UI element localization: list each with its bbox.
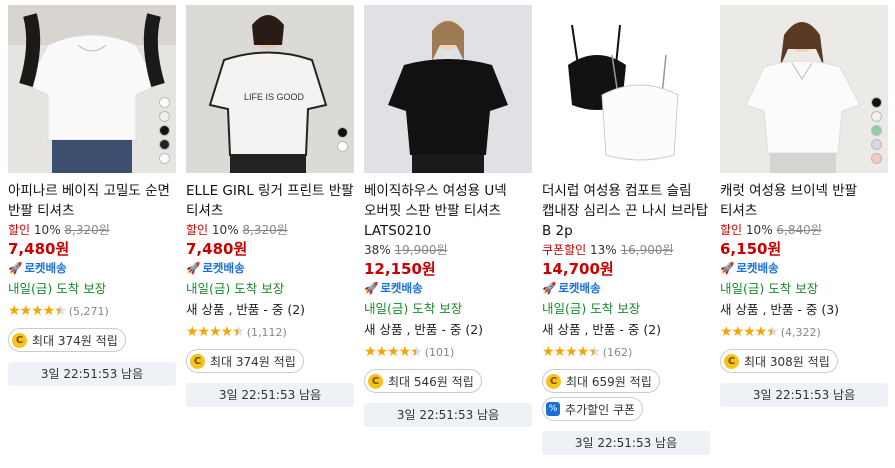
countdown-timer: 3일 22:51:53 남음: [720, 383, 888, 407]
points-badge: C 최대 374원 적립: [8, 328, 126, 352]
rocket-icon: 🚀: [364, 281, 379, 295]
purchase-options[interactable]: 새 상품 , 반품 - 중 (2): [542, 320, 710, 339]
coin-icon: C: [368, 373, 383, 389]
product-image[interactable]: [364, 5, 532, 173]
product-card[interactable]: LIFE IS GOOD ELLE GIRL 링거 프린트 반팔 티셔츠 할인 …: [186, 5, 354, 407]
rocket-delivery-badge: 🚀 로켓배송: [186, 261, 245, 275]
sale-price: 6,150원: [720, 240, 782, 258]
delivery-guarantee: 내일(금) 도착 보장: [542, 301, 641, 316]
delivery-guarantee: 내일(금) 도착 보장: [8, 281, 107, 296]
color-swatches: [159, 97, 170, 164]
sale-price: 7,480원: [8, 240, 70, 258]
rocket-delivery-badge: 🚀 로켓배송: [364, 281, 423, 295]
delivery-guarantee: 내일(금) 도착 보장: [720, 281, 819, 296]
discount-row: 쿠폰할인 13% 16,900원: [542, 243, 674, 257]
rocket-delivery-badge: 🚀 로켓배송: [542, 281, 601, 295]
points-badge: C 최대 659원 적립: [542, 369, 660, 393]
product-title[interactable]: 더시럽 여성용 컴포트 슬림 캡내장 심리스 끈 나시 브라탑 B 2p: [542, 181, 710, 241]
points-badge: C 최대 308원 적립: [720, 349, 838, 373]
rocket-delivery-badge: 🚀 로켓배송: [8, 261, 67, 275]
coupon-icon: %: [546, 402, 560, 416]
purchase-options[interactable]: 새 상품 , 반품 - 중 (2): [364, 320, 532, 339]
product-title[interactable]: ELLE GIRL 링거 프린트 반팔 티셔츠: [186, 181, 354, 221]
product-image[interactable]: [542, 5, 710, 173]
delivery-guarantee: 내일(금) 도착 보장: [186, 281, 285, 296]
star-icon: ★★★★★★: [8, 303, 67, 319]
product-card[interactable]: 아피나르 베이직 고밀도 순면 반팔 티셔츠 할인 10% 8,320원 7,4…: [8, 5, 176, 386]
coin-icon: C: [190, 353, 205, 369]
rating: ★★★★★★ (5,271): [8, 302, 176, 320]
coin-icon: C: [724, 353, 739, 369]
discount-row: 할인 10% 8,320원: [8, 223, 110, 237]
rocket-icon: 🚀: [720, 261, 735, 275]
product-title[interactable]: 캐럿 여성용 브이넥 반팔 티셔츠: [720, 181, 888, 221]
product-card[interactable]: 캐럿 여성용 브이넥 반팔 티셔츠 할인 10% 6,840원 6,150원 🚀…: [720, 5, 888, 407]
rating: ★★★★★★ (162): [542, 343, 710, 361]
rating: ★★★★★★ (101): [364, 343, 532, 361]
discount-row: 38% 19,900원: [364, 243, 448, 257]
product-title[interactable]: 베이직하우스 여성용 U넥 오버핏 스판 반팔 티셔츠 LATS0210: [364, 181, 532, 241]
discount-row: 할인 10% 6,840원: [720, 223, 822, 237]
review-count[interactable]: (4,322): [781, 326, 821, 339]
product-card[interactable]: 베이직하우스 여성용 U넥 오버핏 스판 반팔 티셔츠 LATS0210 38%…: [364, 5, 532, 427]
sale-price: 7,480원: [186, 240, 248, 258]
product-image[interactable]: [720, 5, 888, 173]
discount-row: 할인 10% 8,320원: [186, 223, 288, 237]
product-grid: 아피나르 베이직 고밀도 순면 반팔 티셔츠 할인 10% 8,320원 7,4…: [0, 0, 895, 468]
purchase-options[interactable]: 새 상품 , 반품 - 중 (3): [720, 300, 888, 319]
color-swatches: [871, 97, 882, 164]
rocket-icon: 🚀: [186, 261, 201, 275]
coupon-badge[interactable]: % 추가할인 쿠폰: [542, 397, 644, 421]
star-icon: ★★★★★★: [542, 344, 601, 360]
product-image[interactable]: LIFE IS GOOD: [186, 5, 354, 173]
svg-text:LIFE IS GOOD: LIFE IS GOOD: [244, 92, 305, 102]
sale-price: 12,150원: [364, 260, 436, 278]
rocket-delivery-badge: 🚀 로켓배송: [720, 261, 779, 275]
product-title[interactable]: 아피나르 베이직 고밀도 순면 반팔 티셔츠: [8, 181, 176, 221]
review-count[interactable]: (162): [603, 346, 633, 359]
countdown-timer: 3일 22:51:53 남음: [8, 362, 176, 386]
star-icon: ★★★★★★: [364, 344, 423, 360]
sale-price: 14,700원: [542, 260, 614, 278]
star-icon: ★★★★★★: [720, 324, 779, 340]
review-count[interactable]: (101): [425, 346, 455, 359]
review-count[interactable]: (1,112): [247, 326, 287, 339]
color-swatches: [337, 127, 348, 152]
star-icon: ★★★★★★: [186, 324, 245, 340]
delivery-guarantee: 내일(금) 도착 보장: [364, 301, 463, 316]
countdown-timer: 3일 22:51:53 남음: [542, 431, 710, 455]
countdown-timer: 3일 22:51:53 남음: [364, 403, 532, 427]
product-image[interactable]: [8, 5, 176, 173]
purchase-options[interactable]: 새 상품 , 반품 - 중 (2): [186, 300, 354, 319]
rocket-icon: 🚀: [8, 261, 23, 275]
rocket-icon: 🚀: [542, 281, 557, 295]
review-count[interactable]: (5,271): [69, 305, 109, 318]
rating: ★★★★★★ (4,322): [720, 323, 888, 341]
product-card[interactable]: 더시럽 여성용 컴포트 슬림 캡내장 심리스 끈 나시 브라탑 B 2p 쿠폰할…: [542, 5, 710, 455]
coin-icon: C: [546, 373, 561, 389]
countdown-timer: 3일 22:51:53 남음: [186, 383, 354, 407]
points-badge: C 최대 546원 적립: [364, 369, 482, 393]
points-badge: C 최대 374원 적립: [186, 349, 304, 373]
rating: ★★★★★★ (1,112): [186, 323, 354, 341]
coin-icon: C: [12, 332, 27, 348]
